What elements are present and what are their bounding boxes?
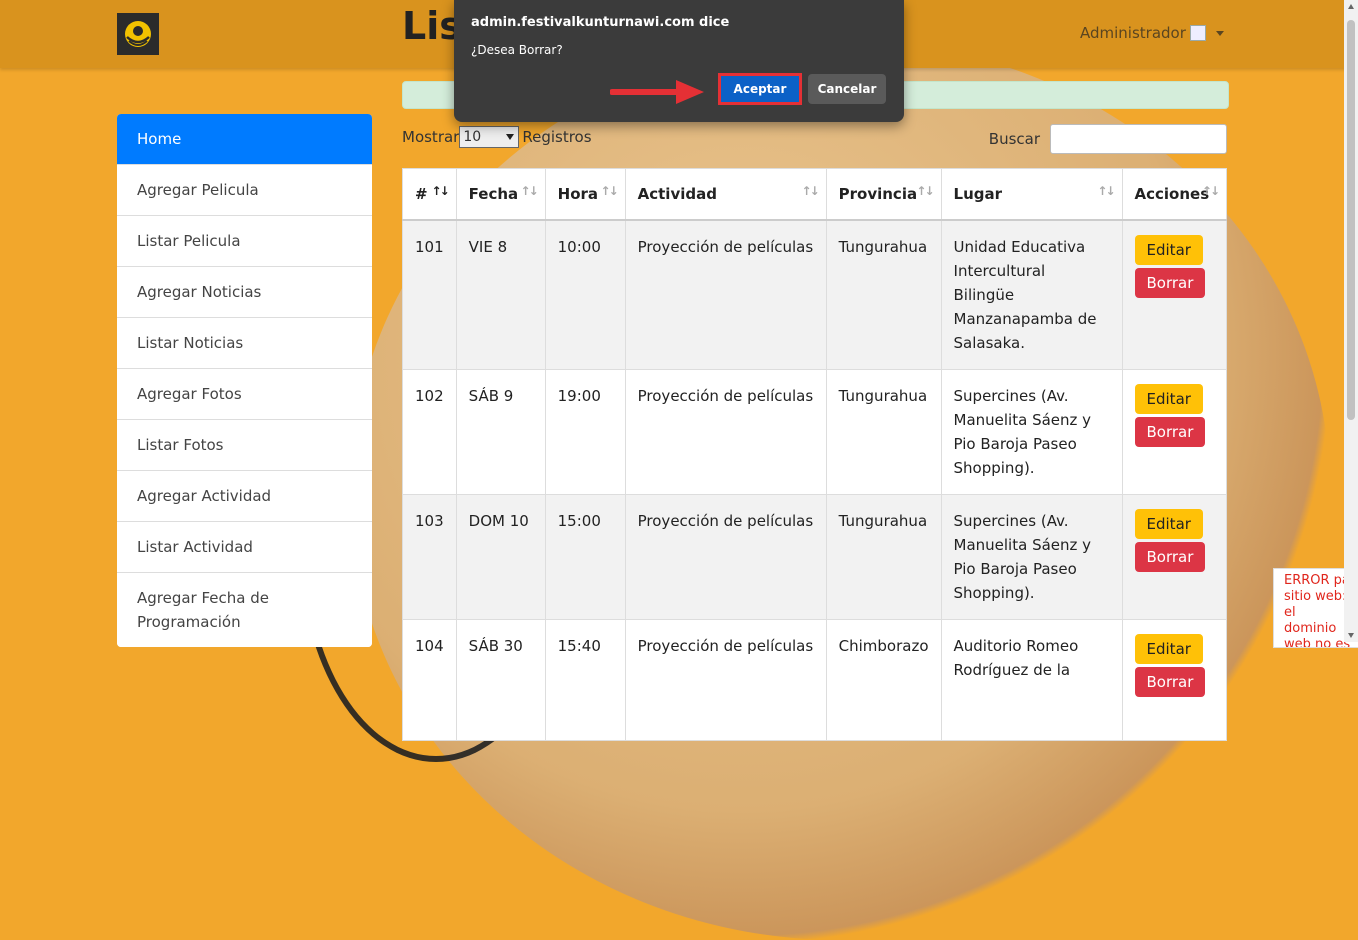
col-header-fecha[interactable]: Fecha ↑↓ [455,168,546,221]
chevron-down-icon [1215,30,1224,36]
records-label: Registros [522,128,592,146]
sidebar-item-agregar-actividad[interactable]: Agregar Actividad [117,470,372,521]
cell-provincia: Tungurahua [825,369,942,495]
cell-id: 103 [402,494,457,620]
cell-lugar: Supercines (Av. Manuelita Sáenz y Pio Ba… [940,369,1123,495]
cell-hora: 15:00 [544,494,626,620]
sort-icon: ↑↓ [520,184,539,198]
cell-lugar: Supercines (Av. Manuelita Sáenz y Pio Ba… [940,494,1123,620]
table-row: 101 VIE 8 10:00 Proyección de películas … [402,219,1228,370]
user-menu[interactable]: Administrador [1080,24,1224,42]
cell-lugar: Unidad Educativa Intercultural Bilingüe … [940,219,1123,370]
cell-hora: 15:40 [544,619,626,741]
sort-icon: ↑↓ [1201,184,1220,198]
sort-icon: ↑↓ [600,184,619,198]
cell-actividad: Proyección de películas [624,619,827,741]
sort-asc-icon: ↑↓ [431,184,450,198]
cancel-button[interactable]: Cancelar [808,74,886,104]
sort-icon: ↑↓ [1097,184,1115,198]
sidebar-menu: Home Agregar Pelicula Listar Pelicula Ag… [117,114,372,647]
search-label: Buscar [988,130,1040,148]
delete-button[interactable]: Borrar [1134,268,1206,298]
cell-fecha: DOM 10 [455,494,546,620]
cell-acciones: Editar Borrar [1121,619,1228,741]
cell-actividad: Proyección de películas [624,494,827,620]
col-header-acciones[interactable]: Acciones ↑↓ [1121,168,1228,221]
col-header-actividad[interactable]: Actividad ↑↓ [624,168,827,221]
cell-actividad: Proyección de películas [624,219,827,370]
show-label: Mostrar [402,128,460,146]
avatar [1189,25,1206,41]
activities-table: # ↑↓ Fecha ↑↓ Hora ↑↓ Actividad ↑↓ Provincia… [402,168,1228,741]
sidebar-item-listar-pelicula[interactable]: Listar Pelicula [117,215,372,266]
cell-actividad: Proyección de películas [624,369,827,495]
cell-id: 102 [402,369,457,495]
cell-acciones: Editar Borrar [1121,219,1228,370]
accept-button[interactable]: Aceptar [718,73,802,105]
dialog-message: ¿Desea Borrar? [471,43,563,57]
page-length-value: 10 [463,129,482,145]
edit-button[interactable]: Editar [1134,235,1203,265]
search-input[interactable] [1050,124,1227,154]
cell-provincia: Tungurahua [825,219,942,370]
table-row: 102 SÁB 9 19:00 Proyección de películas … [402,369,1228,495]
sort-icon: ↑↓ [916,184,934,198]
edit-button[interactable]: Editar [1134,634,1203,664]
dialog-origin: admin.festivalkunturnawi.com dice [471,15,730,30]
cell-fecha: VIE 8 [455,219,546,370]
cell-id: 101 [402,219,457,370]
cell-id: 104 [402,619,457,741]
table-header-row: # ↑↓ Fecha ↑↓ Hora ↑↓ Actividad ↑↓ Provincia… [402,168,1228,221]
cell-provincia: Chimborazo [825,619,942,741]
cell-fecha: SÁB 30 [455,619,546,741]
site-logo[interactable] [117,13,159,55]
user-name: Administrador [1080,24,1186,42]
sidebar-item-listar-noticias[interactable]: Listar Noticias [117,317,372,368]
scroll-thumb[interactable] [1347,20,1355,420]
table-controls: Mostrar 10 Registros Buscar [402,124,1227,156]
sidebar-item-agregar-fotos[interactable]: Agregar Fotos [117,368,372,419]
delete-button[interactable]: Borrar [1134,542,1206,572]
sidebar-item-agregar-pelicula[interactable]: Agregar Pelicula [117,164,372,215]
cell-provincia: Tungurahua [825,494,942,620]
page-length-select[interactable]: 10 [459,126,520,148]
scrollbar[interactable] [1344,0,1358,642]
sidebar-item-home[interactable]: Home [117,114,372,164]
col-header-hora[interactable]: Hora ↑↓ [544,168,626,221]
edit-button[interactable]: Editar [1134,509,1203,539]
scroll-up-icon[interactable] [1348,4,1354,9]
edit-button[interactable]: Editar [1134,384,1203,414]
table-row: 104 SÁB 30 15:40 Proyección de películas… [402,619,1228,741]
cell-hora: 19:00 [544,369,626,495]
chevron-down-icon [506,134,515,140]
col-header-id[interactable]: # ↑↓ [402,168,457,221]
col-header-lugar[interactable]: Lugar ↑↓ [940,168,1123,221]
sidebar-item-listar-fotos[interactable]: Listar Fotos [117,419,372,470]
col-header-provincia[interactable]: Provincia ↑↓ [825,168,942,221]
delete-button[interactable]: Borrar [1134,667,1206,697]
scroll-down-icon[interactable] [1348,633,1354,638]
page-length-control: Mostrar 10 Registros [402,126,592,148]
delete-button[interactable]: Borrar [1134,417,1206,447]
arrow-right-icon [610,80,704,104]
sidebar-item-agregar-fecha[interactable]: Agregar Fecha de Programación [117,572,372,647]
cell-lugar: Auditorio Romeo Rodríguez de la [940,619,1123,741]
cell-acciones: Editar Borrar [1121,369,1228,495]
sidebar-item-agregar-noticias[interactable]: Agregar Noticias [117,266,372,317]
cell-acciones: Editar Borrar [1121,494,1228,620]
sort-icon: ↑↓ [801,184,820,198]
cell-hora: 10:00 [544,219,626,370]
cell-fecha: SÁB 9 [455,369,546,495]
sidebar-item-listar-actividad[interactable]: Listar Actividad [117,521,372,572]
search-control: Buscar [989,124,1227,154]
table-row: 103 DOM 10 15:00 Proyección de películas… [402,494,1228,620]
